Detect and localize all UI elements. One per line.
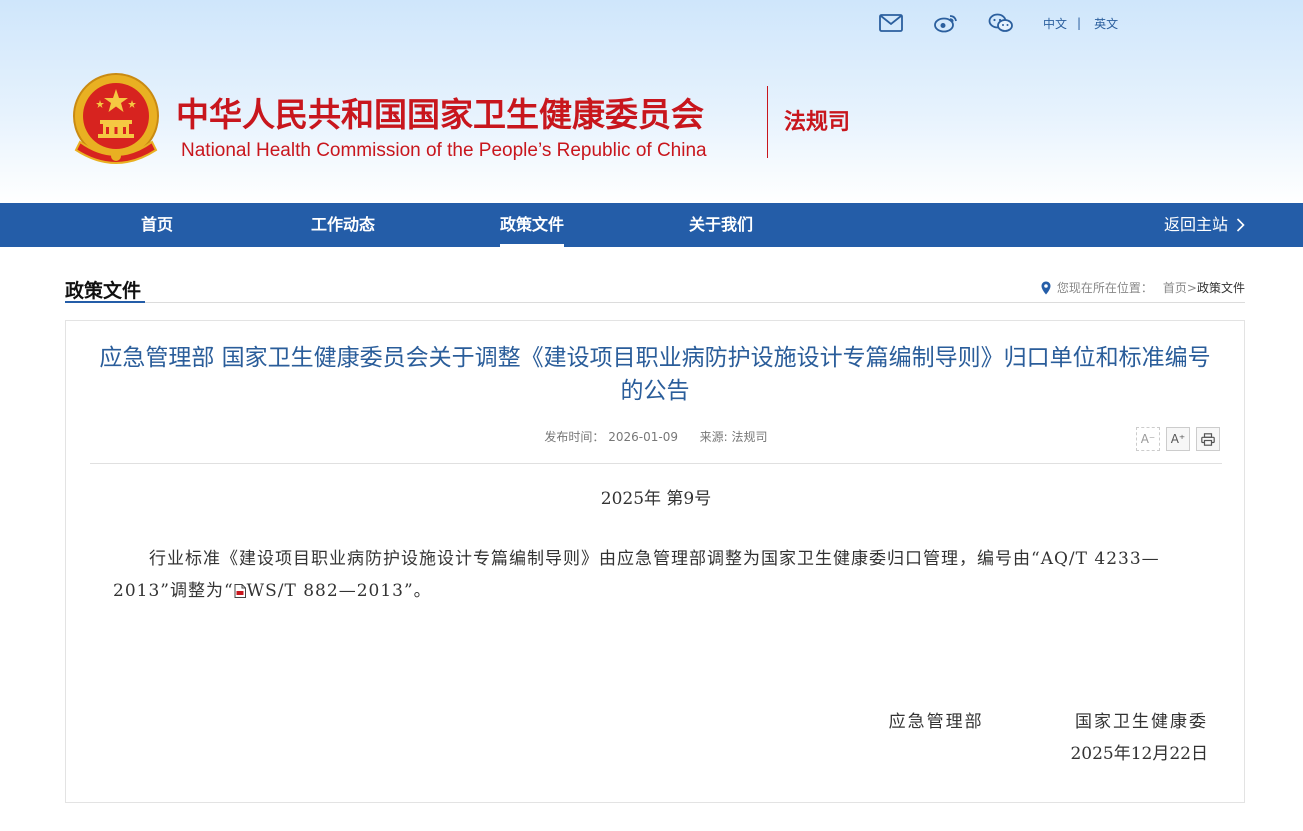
source-label: 来源: — [699, 430, 728, 444]
lang-separator: | — [1077, 16, 1082, 30]
publish-label: 发布时间： — [544, 430, 605, 444]
breadcrumb-current: 政策文件 — [1196, 281, 1245, 295]
print-icon — [1201, 432, 1215, 446]
signer-emergency-management: 应急管理部 — [888, 712, 984, 732]
breadcrumb-prefix: 您现在所在位置： — [1056, 281, 1153, 295]
mail-icon[interactable] — [878, 13, 904, 33]
title-divider — [767, 86, 768, 158]
site-header: 中文 | 英文 中华人民共和国国家卫生健康委员会 National Health… — [0, 0, 1303, 203]
department-name[interactable]: 法规司 — [784, 104, 850, 136]
chevron-right-icon — [1236, 218, 1245, 232]
weibo-icon[interactable] — [933, 13, 959, 33]
signer-health-commission: 国家卫生健康委 — [1075, 712, 1208, 732]
print-button[interactable] — [1196, 427, 1220, 451]
location-pin-icon — [1041, 281, 1051, 294]
font-increase-button[interactable]: A⁺ — [1166, 427, 1190, 451]
lang-english-link[interactable]: 英文 — [1094, 15, 1118, 32]
signature-row: 应急管理部 国家卫生健康委 — [889, 707, 1208, 732]
main-nav: 首页 工作动态 政策文件 关于我们 返回主站 — [0, 203, 1303, 247]
site-title-cn[interactable]: 中华人民共和国国家卫生健康委员会 — [176, 88, 704, 136]
top-toolbar: 中文 | 英文 — [878, 12, 1118, 34]
font-decrease-label: A⁻ — [1140, 432, 1156, 446]
nav-item-policy-documents[interactable]: 政策文件 — [500, 203, 565, 247]
nav-item-about-us[interactable]: 关于我们 — [689, 203, 753, 247]
document-number: 2025年 第9号 — [600, 489, 712, 509]
publish-date: 2026-01-09 — [608, 430, 679, 444]
font-tools: A⁻ A⁺ — [1130, 427, 1220, 451]
breadcrumb: 您现在所在位置： 首页 > 政策文件 — [1041, 279, 1245, 296]
article-title: 应急管理部 国家卫生健康委员会关于调整《建设项目职业病防护设施设计专篇编制导则》… — [99, 345, 1211, 404]
nav-item-home[interactable]: 首页 — [141, 203, 173, 247]
announcement-paragraph: 行业标准《建设项目职业病防护设施设计专篇编制导则》由应急管理部调整为国家卫生健康… — [113, 543, 1211, 607]
paragraph-text-after: ”。 — [403, 581, 432, 601]
lang-chinese-link[interactable]: 中文 — [1043, 15, 1067, 32]
site-title-en: National Health Commission of the People… — [181, 140, 707, 161]
pdf-attachment-icon[interactable] — [234, 584, 246, 598]
section-title: 政策文件 — [65, 280, 142, 302]
section-title-underline — [65, 301, 145, 303]
font-increase-label: A⁺ — [1170, 432, 1186, 446]
source-value: 法规司 — [731, 430, 768, 444]
back-to-main-site-label: 返回主站 — [1163, 215, 1228, 234]
attachment-link[interactable]: WS/T 882—2013 — [247, 581, 404, 601]
back-to-main-site-link[interactable]: 返回主站 — [1164, 203, 1245, 247]
content-divider — [90, 463, 1222, 464]
breadcrumb-home-link[interactable]: 首页 — [1163, 279, 1187, 296]
signature-date: 2025年12月22日 — [1070, 744, 1208, 764]
nav-item-work-news[interactable]: 工作动态 — [311, 203, 375, 247]
article-container: 应急管理部 国家卫生健康委员会关于调整《建设项目职业病防护设施设计专篇编制导则》… — [65, 320, 1245, 803]
wechat-icon[interactable] — [988, 13, 1014, 33]
national-emblem-icon[interactable] — [70, 72, 162, 172]
font-decrease-button[interactable]: A⁻ — [1136, 427, 1160, 451]
section-divider — [65, 302, 1245, 303]
article-meta: 发布时间： 2026-01-09 来源: 法规司 — [66, 428, 1246, 445]
breadcrumb-separator: > — [1186, 280, 1197, 295]
